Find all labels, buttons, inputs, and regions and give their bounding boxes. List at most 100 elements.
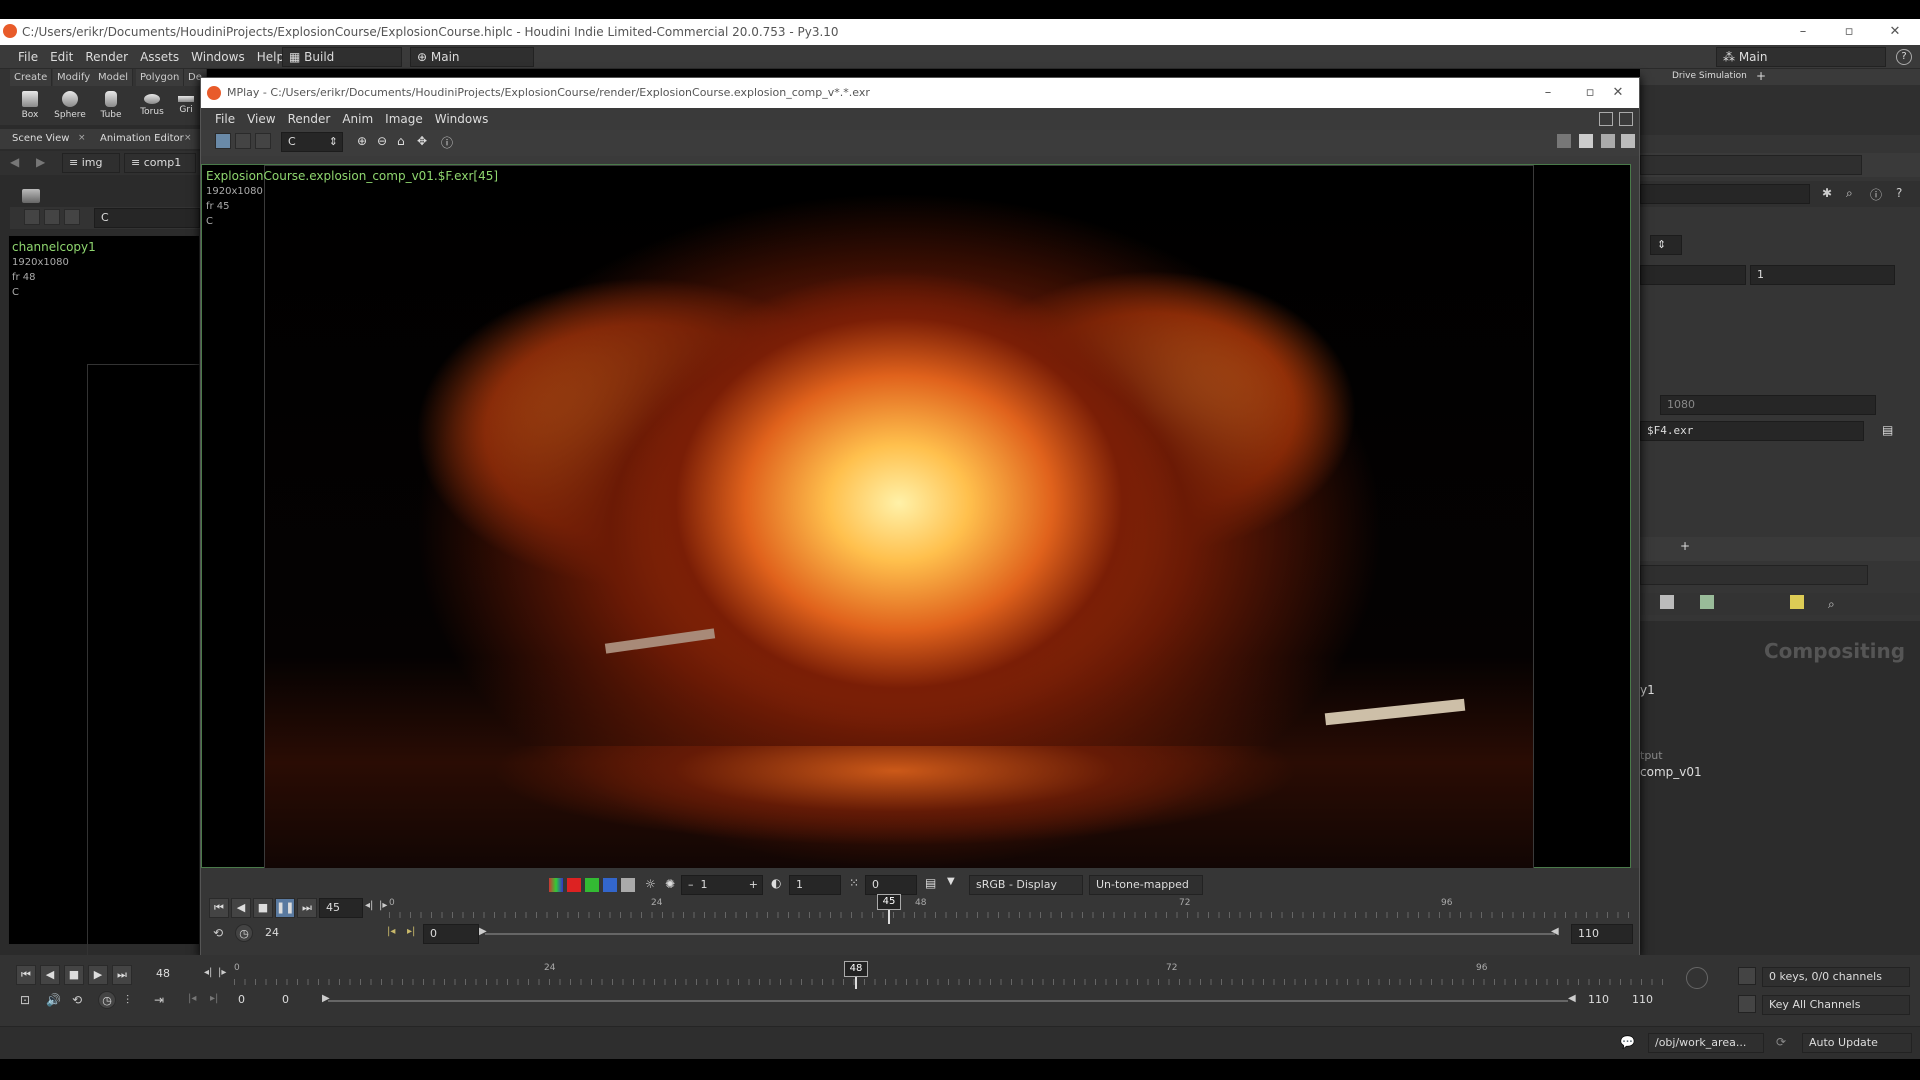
- key-all-icon[interactable]: [1738, 995, 1756, 1013]
- main-step-forward-icon[interactable]: |▸: [218, 967, 226, 978]
- info-icon[interactable]: ⓘ: [1870, 186, 1882, 203]
- layout-split-icon[interactable]: [1621, 134, 1635, 148]
- mplay-menu-render[interactable]: Render: [282, 108, 337, 130]
- back-arrow-icon[interactable]: ◀: [10, 155, 19, 169]
- refresh-icon[interactable]: ⟳: [1776, 1035, 1786, 1049]
- menu-assets[interactable]: Assets: [134, 45, 185, 69]
- layers-icon[interactable]: [22, 189, 40, 203]
- alpha-channel-icon[interactable]: [621, 878, 635, 892]
- menu-file[interactable]: File: [12, 45, 44, 69]
- network-add-tab-icon[interactable]: +: [1680, 539, 1690, 553]
- range-start-field[interactable]: 0: [423, 924, 479, 944]
- param-field-value[interactable]: 1: [1750, 265, 1895, 285]
- grid-view-icon[interactable]: [1700, 595, 1714, 609]
- tab-drive-simulation[interactable]: Drive Simulation: [1672, 71, 1747, 81]
- box-tool-button[interactable]: Box: [12, 91, 48, 120]
- shelf-tab-modify[interactable]: Modify: [53, 69, 96, 86]
- close-icon[interactable]: ✕: [1872, 19, 1918, 45]
- network-search-icon[interactable]: ⌕: [1828, 597, 1835, 612]
- mplay-menu-windows[interactable]: Windows: [429, 108, 495, 130]
- add-tab-icon[interactable]: +: [1756, 69, 1766, 83]
- range-end-field[interactable]: 110: [1571, 924, 1633, 944]
- help-param-icon[interactable]: ?: [1896, 186, 1902, 200]
- desktop-right-dropdown[interactable]: ⁂ Main: [1716, 47, 1886, 67]
- main-realtime-icon[interactable]: ◷: [98, 991, 116, 1009]
- range-slider-start-handle[interactable]: ▶: [479, 926, 487, 937]
- mplay-menu-file[interactable]: File: [209, 108, 241, 130]
- menu-render[interactable]: Render: [79, 45, 134, 69]
- left-channel-field[interactable]: C: [94, 208, 200, 228]
- shelf-tab-model[interactable]: Model: [94, 69, 134, 86]
- mplay-menu-anim[interactable]: Anim: [336, 108, 379, 130]
- mplay-menu-image[interactable]: Image: [379, 108, 429, 130]
- gain-field[interactable]: – 1 +: [681, 875, 763, 895]
- desktop-build-dropdown[interactable]: ▦ Build: [282, 47, 402, 67]
- tonemap-dropdown[interactable]: Un-tone-mapped: [1089, 875, 1203, 895]
- key-all-channels-button[interactable]: Key All Channels: [1762, 995, 1910, 1015]
- red-channel-icon[interactable]: [567, 878, 581, 892]
- jump-end-icon[interactable]: ⏭: [297, 898, 317, 918]
- step-icon[interactable]: ⫶: [126, 993, 129, 1008]
- realtime-icon[interactable]: ◷: [235, 924, 253, 942]
- main-frame-field[interactable]: 48: [150, 965, 200, 985]
- param-dropdown-small[interactable]: ⇕: [1650, 235, 1682, 255]
- blue-channel-icon[interactable]: [603, 878, 617, 892]
- main-step-back-icon[interactable]: ◂|: [204, 967, 212, 978]
- mplay-layout-icon[interactable]: [235, 133, 251, 149]
- mplay-channel-dropdown[interactable]: C ⇕: [281, 132, 343, 152]
- stop-icon[interactable]: ■: [253, 898, 273, 918]
- file-browse-icon[interactable]: ▤: [1882, 423, 1893, 437]
- left-viewport[interactable]: channelcopy1 1920x1080 fr 48 C: [8, 235, 201, 1034]
- main-stop-icon[interactable]: ■: [64, 965, 84, 985]
- file-path-field[interactable]: $F4.exr: [1640, 421, 1864, 441]
- brightness-icon[interactable]: ✺: [665, 877, 675, 891]
- viewer-mode-icon[interactable]: [24, 209, 40, 225]
- list-view-icon[interactable]: [1660, 595, 1674, 609]
- search-icon[interactable]: ⌕: [1846, 186, 1853, 201]
- offset-icon[interactable]: ⁙: [849, 876, 859, 890]
- mplay-frame-field[interactable]: 45: [319, 898, 363, 918]
- loop-icon[interactable]: ⟲: [213, 926, 223, 940]
- tube-tool-button[interactable]: Tube: [93, 91, 129, 120]
- main-loop-icon[interactable]: ⟲: [72, 993, 82, 1007]
- gamma-field[interactable]: 1: [789, 875, 841, 895]
- grid-display-icon[interactable]: [1579, 134, 1593, 148]
- keyframe-icon[interactable]: [1738, 967, 1756, 985]
- play-reverse-icon[interactable]: ◀: [231, 898, 251, 918]
- zoom-out-icon[interactable]: ⊖: [377, 134, 387, 148]
- mplay-close-icon[interactable]: ✕: [1595, 80, 1641, 106]
- network-path-status[interactable]: /obj/work_area...: [1648, 1033, 1764, 1053]
- rgb-channel-icon[interactable]: [549, 878, 563, 892]
- main-frame-marker[interactable]: 48: [844, 961, 868, 977]
- main-range-start-handle[interactable]: ▶: [322, 993, 330, 1004]
- step-back-icon[interactable]: ◂|: [365, 900, 373, 911]
- fps-field[interactable]: 24: [259, 924, 307, 944]
- auto-key-icon[interactable]: [1686, 967, 1708, 989]
- mplay-minimize-icon[interactable]: –: [1525, 80, 1571, 106]
- frame-icon[interactable]: ✥: [417, 134, 427, 148]
- network-path-dropdown[interactable]: [1640, 565, 1868, 585]
- layout-grid-icon[interactable]: [1601, 134, 1615, 148]
- offset-field[interactable]: 0: [865, 875, 917, 895]
- home-icon[interactable]: ⌂: [397, 134, 405, 148]
- mplay-info-icon[interactable]: ⓘ: [441, 134, 453, 151]
- param-field-left[interactable]: [1640, 265, 1746, 285]
- viewer-layout-icon[interactable]: [44, 209, 60, 225]
- tab-scene-view[interactable]: Scene View: [12, 133, 69, 144]
- mplay-expand-icon[interactable]: [1599, 112, 1613, 126]
- audio-icon[interactable]: 🔊: [46, 993, 61, 1007]
- tab-animation-editor[interactable]: Animation Editor: [100, 133, 184, 144]
- path-img[interactable]: ≡ img: [62, 153, 120, 173]
- global-anim-icon[interactable]: ⊡: [20, 993, 30, 1007]
- tab-close-icon-2[interactable]: ×: [184, 133, 192, 143]
- mplay-fullscreen-icon[interactable]: [1619, 112, 1633, 126]
- forward-arrow-icon[interactable]: ▶: [36, 155, 45, 169]
- main-range-start-icon[interactable]: |◂: [188, 993, 196, 1004]
- range-slider-end-handle[interactable]: ◀: [1551, 926, 1559, 937]
- sticky-note-icon[interactable]: [1790, 595, 1804, 609]
- mplay-playbar[interactable]: 0 24 48 72 96 45: [389, 894, 1637, 924]
- display-transform-dropdown[interactable]: sRGB - Display: [969, 875, 1083, 895]
- main-playbar[interactable]: 0 24 48 72 96 48: [234, 961, 1668, 989]
- output-node-fragment[interactable]: comp_v01: [1640, 765, 1702, 779]
- auto-update-dropdown[interactable]: Auto Update: [1802, 1033, 1912, 1053]
